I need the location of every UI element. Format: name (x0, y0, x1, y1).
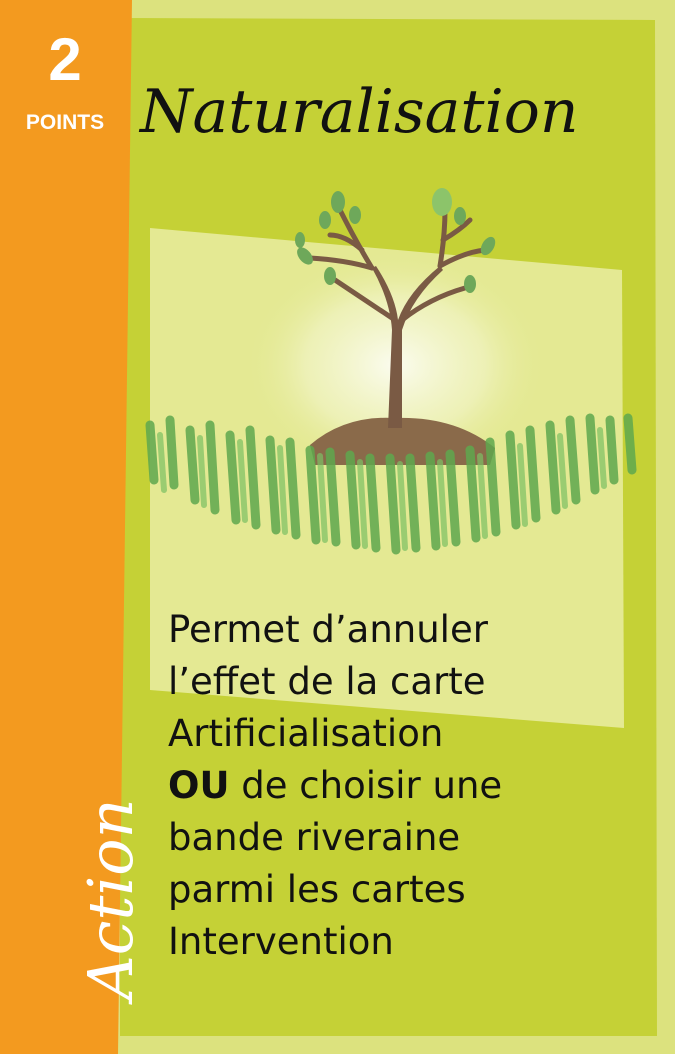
card-rules-text: Permet d’annuler l’effet de la carte Art… (168, 604, 648, 968)
points-label: POINTS (25, 111, 105, 134)
rules-line-3: Artificialisation (168, 712, 444, 755)
points-value: 2 (48, 26, 82, 93)
rules-line-1: Permet d’annuler (168, 608, 488, 651)
rules-line-5: bande riveraine (168, 816, 461, 859)
card-category: Action (74, 798, 147, 1001)
card-title: Naturalisation (140, 77, 579, 147)
rules-line-6: parmi les cartes (168, 868, 466, 911)
rules-or-emphasis: OU (168, 764, 230, 807)
rules-line-7: Intervention (168, 920, 394, 963)
rules-line-4: OU de choisir une (168, 760, 648, 812)
rules-line-4-rest: de choisir une (229, 764, 503, 807)
game-card: 2 POINTS Naturalisation Permet d’annuler… (0, 0, 675, 1054)
tree-illustration (145, 188, 637, 555)
rules-line-2: l’effet de la carte (168, 660, 486, 703)
